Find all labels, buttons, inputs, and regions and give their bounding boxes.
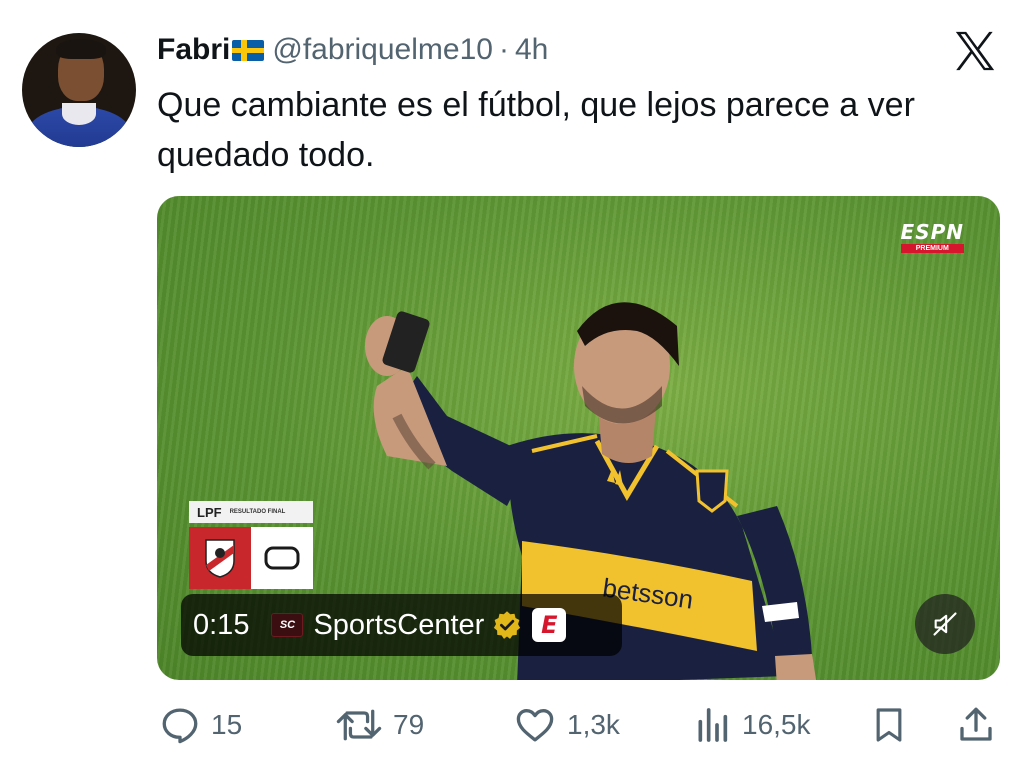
reply-icon bbox=[162, 708, 198, 744]
views-button[interactable]: 16,5k bbox=[692, 700, 811, 750]
speaker-muted-icon bbox=[933, 612, 957, 636]
heart-icon bbox=[516, 708, 554, 742]
verified-badge-icon bbox=[494, 611, 521, 639]
video-player[interactable]: ESPN PREMIUM betsson LPF RESULTADO FINAL… bbox=[157, 196, 1000, 680]
tweet-actions: 15 79 1,3k 16,5k bbox=[157, 700, 1000, 750]
scorebug-teams bbox=[189, 527, 313, 589]
reply-button[interactable]: 15 bbox=[159, 700, 242, 750]
result-label: RESULTADO FINAL bbox=[229, 509, 286, 515]
espn-logo: ESPN bbox=[900, 220, 964, 244]
avatar[interactable] bbox=[22, 33, 136, 147]
boca-crest-icon bbox=[251, 527, 313, 589]
mute-button[interactable] bbox=[915, 594, 975, 654]
tweet-text: Que cambiante es el fútbol, que lejos pa… bbox=[157, 86, 915, 174]
views-chart-icon bbox=[698, 708, 728, 742]
repost-button[interactable]: 79 bbox=[335, 700, 424, 750]
reply-count: 15 bbox=[211, 709, 243, 740]
sweden-flag-icon bbox=[232, 39, 265, 61]
video-timestamp: 0:15 bbox=[193, 608, 250, 641]
video-overlay-bar: 0:15 SC SportsCenter E bbox=[181, 594, 622, 656]
x-logo-icon[interactable] bbox=[952, 28, 998, 74]
user-handle[interactable]: @fabriquelme10 bbox=[272, 33, 493, 67]
channel-name[interactable]: SportsCenter bbox=[313, 609, 484, 642]
tweet-timestamp[interactable]: 4h bbox=[515, 33, 548, 67]
scorebug: LPF RESULTADO FINAL bbox=[189, 501, 313, 589]
scorebug-header: LPF RESULTADO FINAL bbox=[189, 501, 313, 523]
avatar-hair bbox=[56, 39, 106, 59]
separator-dot: · bbox=[498, 33, 509, 66]
repost-icon bbox=[336, 709, 382, 741]
tweet-header: Fabri @fabriquelme10 · 4h bbox=[157, 30, 548, 70]
share-button[interactable] bbox=[955, 700, 997, 750]
like-count: 1,3k bbox=[567, 709, 620, 740]
like-button[interactable]: 1,3k bbox=[513, 700, 620, 750]
league-label: LPF bbox=[197, 504, 222, 520]
espn-premium-label: PREMIUM bbox=[900, 244, 964, 253]
bookmark-icon bbox=[876, 708, 902, 742]
share-icon bbox=[960, 707, 992, 741]
sportscenter-logo-icon: SC bbox=[271, 613, 304, 637]
river-plate-crest-icon bbox=[189, 527, 251, 589]
avatar-collar bbox=[62, 103, 96, 125]
bookmark-button[interactable] bbox=[869, 700, 909, 750]
view-count: 16,5k bbox=[742, 709, 811, 740]
espn-e-badge-icon: E bbox=[532, 608, 567, 642]
display-name[interactable]: Fabri bbox=[157, 33, 230, 67]
espn-watermark: ESPN PREMIUM bbox=[900, 220, 964, 253]
repost-count: 79 bbox=[393, 709, 425, 740]
